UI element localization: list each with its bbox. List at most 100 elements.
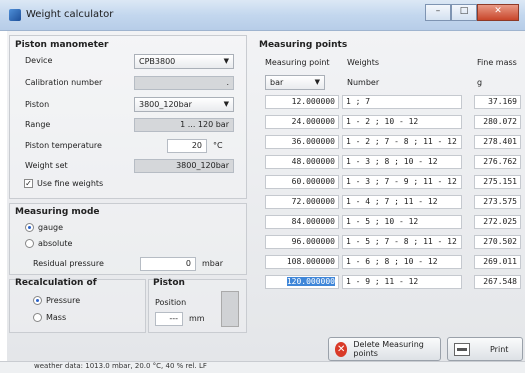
weights-cell[interactable]: 1 - 4 ; 7 ; 11 - 12 (342, 195, 462, 209)
measuring-point-cell-text: 24.000000 (291, 117, 335, 126)
weights-cell[interactable]: 1 ; 7 (342, 95, 462, 109)
fine-mass-cell-text: 267.548 (483, 277, 517, 286)
weights-cell[interactable]: 1 - 3 ; 7 - 9 ; 11 - 12 (342, 175, 462, 189)
window-title: Weight calculator (26, 9, 114, 20)
weights-cell[interactable]: 1 - 2 ; 7 - 8 ; 11 - 12 (342, 135, 462, 149)
measuring-point-cell-text: 36.000000 (291, 137, 335, 146)
temperature-input[interactable]: 20 (167, 139, 207, 153)
weights-cell[interactable]: 1 - 6 ; 8 ; 10 - 12 (342, 255, 462, 269)
range-label: Range (25, 120, 51, 129)
fine-mass-cell-text: 37.169 (488, 97, 517, 106)
measuring-points-title: Measuring points (259, 40, 348, 50)
delete-button-label: Delete Measuring points (353, 340, 424, 358)
print-button-label: Print (490, 344, 509, 354)
device-label: Device (25, 56, 53, 65)
weight-set-label: Weight set (25, 161, 68, 170)
calibration-field: . (134, 76, 234, 90)
minimize-button[interactable]: – (425, 4, 451, 21)
maximize-button[interactable]: □ (451, 4, 477, 21)
print-button[interactable]: Print (447, 337, 523, 361)
status-text: weather data: 1013.0 mbar, 20.0 °C, 40 %… (34, 362, 207, 370)
col-header-fine: Fine mass (477, 58, 517, 67)
minimize-icon: – (435, 6, 441, 16)
temperature-label: Piston temperature (25, 141, 102, 150)
fine-mass-cell[interactable]: 270.502 (474, 235, 521, 249)
gauge-radio[interactable]: gauge (25, 223, 63, 232)
window-controls: – □ ✕ (425, 4, 519, 21)
fine-mass-cell-text: 270.502 (483, 237, 517, 246)
absolute-radio[interactable]: absolute (25, 239, 72, 248)
measuring-point-cell[interactable]: 12.000000 (265, 95, 339, 109)
fine-mass-cell[interactable]: 278.401 (474, 135, 521, 149)
measuring-point-cell-text: 96.000000 (291, 237, 335, 246)
col-header-point: Measuring point (265, 58, 330, 67)
weights-cell[interactable]: 1 - 5 ; 7 - 8 ; 11 - 12 (342, 235, 462, 249)
weights-cell[interactable]: 1 - 2 ; 10 - 12 (342, 115, 462, 129)
measuring-point-cell[interactable]: 36.000000 (265, 135, 339, 149)
weights-cell-text: 1 - 2 ; 7 - 8 ; 11 - 12 (346, 137, 457, 146)
measuring-point-cell[interactable]: 108.000000 (265, 255, 339, 269)
weights-cell[interactable]: 1 - 9 ; 11 - 12 (342, 275, 462, 289)
fine-mass-cell-text: 275.151 (483, 177, 517, 186)
measuring-point-cell-text: 60.000000 (291, 177, 335, 186)
weights-cell[interactable]: 1 - 3 ; 8 ; 10 - 12 (342, 155, 462, 169)
calibration-label: Calibration number (25, 78, 103, 87)
delete-icon: ✕ (335, 341, 348, 357)
residual-pressure-unit: mbar (202, 259, 224, 268)
piston-label: Piston (25, 100, 50, 109)
measuring-point-cell[interactable]: 96.000000 (265, 235, 339, 249)
weights-cell-text: 1 - 6 ; 8 ; 10 - 12 (346, 257, 438, 266)
piston-position-indicator (221, 291, 239, 327)
temperature-unit: °C (213, 141, 223, 150)
fine-mass-cell[interactable]: 273.575 (474, 195, 521, 209)
radio-selected-icon (33, 296, 42, 305)
app-icon (9, 9, 21, 21)
fine-mass-cell[interactable]: 37.169 (474, 95, 521, 109)
measuring-point-cell[interactable]: 72.000000 (265, 195, 339, 209)
app-window: Weight calculator – □ ✕ Piston manometer… (0, 0, 525, 373)
recalculation-title: Recalculation of (15, 278, 97, 288)
piston-value: 3800_120bar (139, 100, 192, 109)
delete-measuring-points-button[interactable]: ✕ Delete Measuring points (328, 337, 441, 361)
measuring-point-cell[interactable]: 60.000000 (265, 175, 339, 189)
measuring-point-cell[interactable]: 24.000000 (265, 115, 339, 129)
weights-cell-text: 1 - 3 ; 8 ; 10 - 12 (346, 157, 438, 166)
piston-select[interactable]: 3800_120bar ▼ (134, 97, 234, 112)
unit-select[interactable]: bar ▼ (265, 75, 325, 90)
measuring-point-cell[interactable]: 120.000000 (265, 275, 339, 289)
chevron-down-icon: ▼ (314, 78, 320, 86)
chevron-down-icon: ▼ (223, 57, 229, 65)
fine-mass-cell[interactable]: 267.548 (474, 275, 521, 289)
mass-label: Mass (46, 313, 67, 322)
fine-mass-cell-text: 269.011 (483, 257, 517, 266)
measuring-point-cell[interactable]: 48.000000 (265, 155, 339, 169)
weights-cell[interactable]: 1 - 5 ; 10 - 12 (342, 215, 462, 229)
weights-cell-text: 1 - 3 ; 7 - 9 ; 11 - 12 (346, 177, 457, 186)
device-select[interactable]: CPB3800 ▼ (134, 54, 234, 69)
radio-unselected-icon (25, 239, 34, 248)
fine-mass-cell[interactable]: 280.072 (474, 115, 521, 129)
residual-pressure-input[interactable]: 0 (140, 257, 196, 271)
position-field: --- (155, 312, 183, 326)
fine-mass-cell-text: 273.575 (483, 197, 517, 206)
fine-mass-cell-text: 272.025 (483, 217, 517, 226)
fine-mass-cell[interactable]: 276.762 (474, 155, 521, 169)
fine-mass-cell[interactable]: 275.151 (474, 175, 521, 189)
piston-box-title: Piston (153, 278, 185, 288)
measuring-point-cell-text: 12.000000 (291, 97, 335, 106)
close-button[interactable]: ✕ (477, 4, 519, 21)
weights-cell-text: 1 - 5 ; 10 - 12 (346, 217, 419, 226)
weights-cell-text: 1 - 5 ; 7 - 8 ; 11 - 12 (346, 237, 457, 246)
measuring-mode-title: Measuring mode (15, 207, 100, 217)
device-value: CPB3800 (139, 57, 176, 66)
fine-mass-cell[interactable]: 269.011 (474, 255, 521, 269)
measuring-point-cell[interactable]: 84.000000 (265, 215, 339, 229)
mass-radio[interactable]: Mass (33, 313, 66, 322)
position-unit: mm (189, 314, 205, 323)
fine-weights-checkbox[interactable]: ✓ Use fine weights (24, 179, 103, 188)
pressure-radio[interactable]: Pressure (33, 296, 80, 305)
status-bar: weather data: 1013.0 mbar, 20.0 °C, 40 %… (0, 361, 525, 373)
weights-cell-text: 1 ; 7 (346, 97, 371, 106)
fine-mass-cell[interactable]: 272.025 (474, 215, 521, 229)
gauge-label: gauge (38, 223, 64, 232)
